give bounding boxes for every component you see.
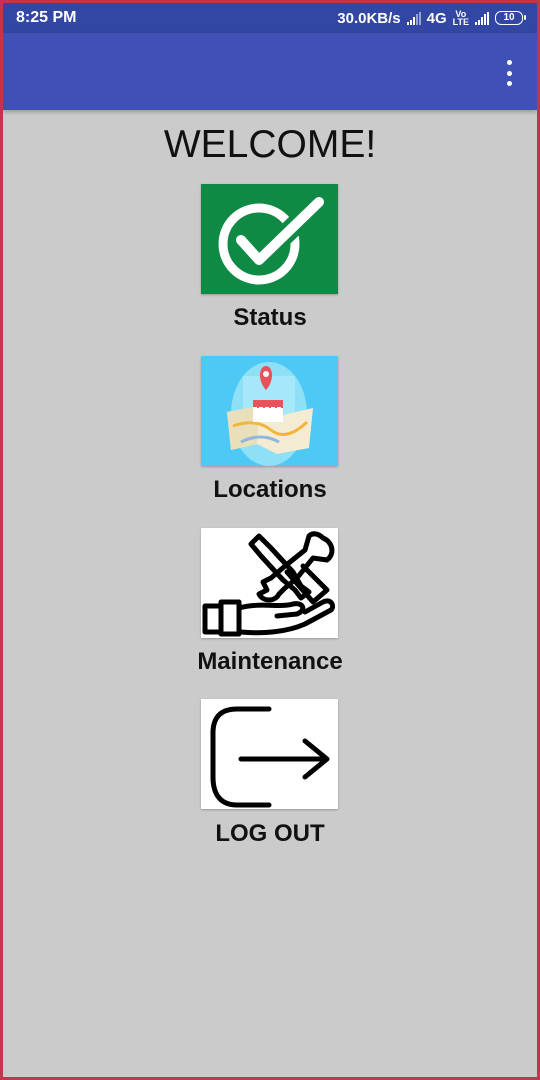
more-vert-icon[interactable] <box>503 60 515 86</box>
signal-2-icon <box>475 11 489 25</box>
status-button[interactable] <box>201 184 338 294</box>
clock: 8:25 PM <box>16 9 77 26</box>
network-speed: 30.0KB/s <box>337 9 401 27</box>
map-location-icon <box>201 356 338 466</box>
volte-icon: Vo LTE <box>452 9 469 27</box>
tools-hand-icon <box>201 528 338 638</box>
status-bar: 8:25 PM 30.0KB/s 4G Vo LTE 10 <box>3 3 537 33</box>
status-icons: 30.0KB/s 4G Vo LTE 10 <box>337 9 526 27</box>
locations-button[interactable] <box>201 356 338 466</box>
page-title: WELCOME! <box>163 123 377 166</box>
battery-icon: 10 <box>495 11 526 25</box>
logout-label: LOG OUT <box>215 820 325 847</box>
app-bar <box>3 33 537 110</box>
checkmark-icon <box>201 184 338 294</box>
logout-button[interactable] <box>201 699 338 809</box>
logout-icon <box>201 699 338 809</box>
maintenance-button[interactable] <box>201 528 338 638</box>
signal-1-icon <box>406 11 421 25</box>
network-type: 4G <box>426 9 447 27</box>
maintenance-label: Maintenance <box>197 648 343 675</box>
locations-label: Locations <box>213 476 327 503</box>
app-frame: 8:25 PM 30.0KB/s 4G Vo LTE 10 WELCOME! S… <box>0 0 540 1080</box>
status-label: Status <box>233 304 307 331</box>
